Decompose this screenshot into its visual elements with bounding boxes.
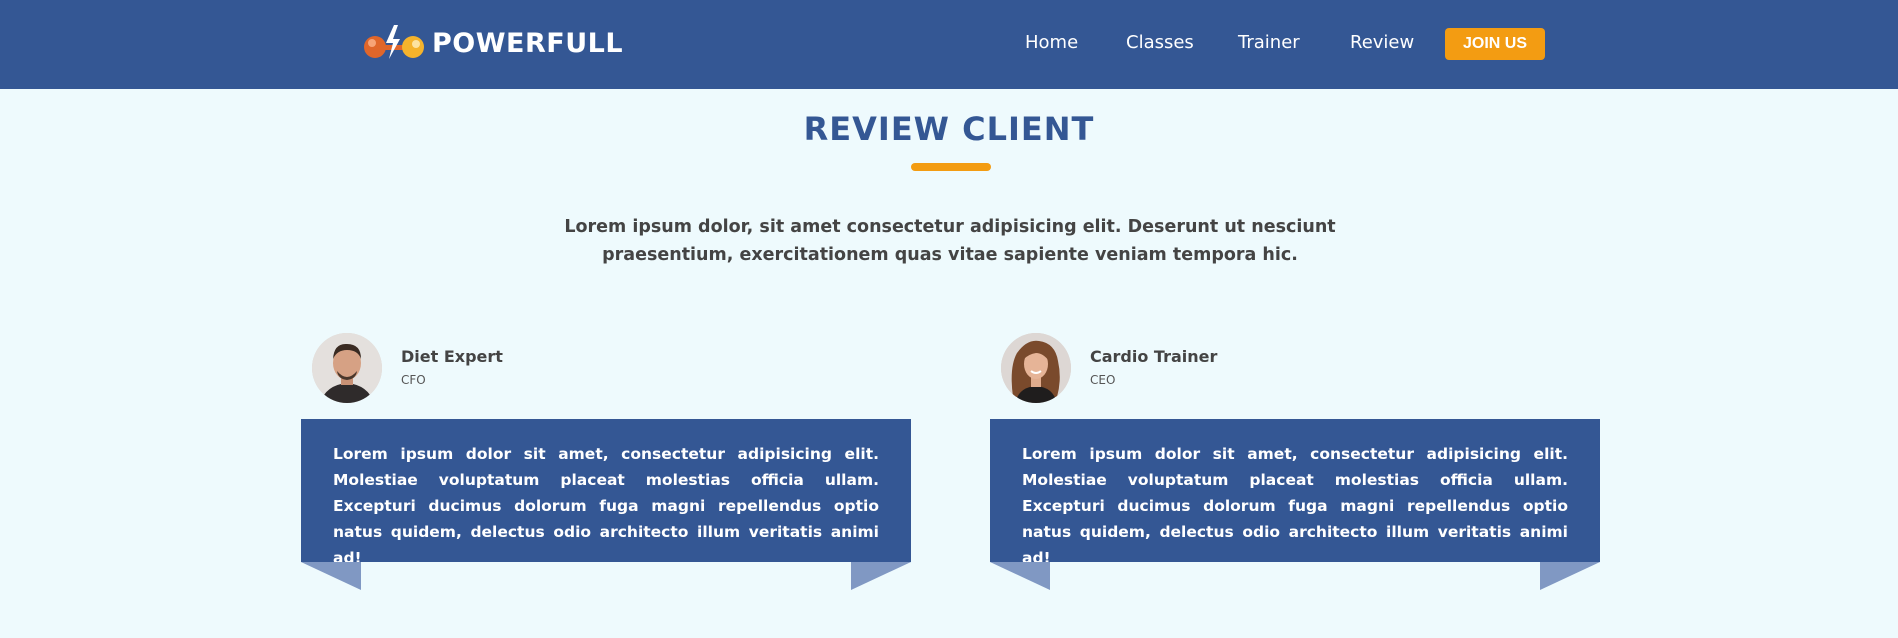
review-text: Lorem ipsum dolor sit amet, consectetur …: [333, 445, 879, 567]
ribbon-right-decoration: [1540, 562, 1600, 590]
dumbbell-logo-icon: [364, 25, 424, 59]
section-title: REVIEW CLIENT: [803, 110, 1095, 148]
nav-trainer-link[interactable]: Trainer: [1238, 32, 1300, 53]
title-underline-divider: [911, 163, 991, 171]
reviewer-role: CFO: [401, 373, 426, 387]
nav-classes-link[interactable]: Classes: [1126, 32, 1194, 53]
section-intro: Lorem ipsum dolor, sit amet consectetur …: [564, 217, 1336, 265]
reviewer-role: CEO: [1090, 373, 1116, 387]
navbar: POWERFULL Home Classes Trainer Review JO…: [0, 0, 1898, 89]
join-us-button[interactable]: JOIN US: [1445, 28, 1545, 60]
review-quote-box: Lorem ipsum dolor sit amet, consectetur …: [301, 419, 911, 567]
nav-home-link[interactable]: Home: [1025, 32, 1078, 53]
man-portrait-icon: [312, 333, 382, 403]
nav-review-link[interactable]: Review: [1350, 32, 1414, 53]
ribbon-left-decoration: [301, 562, 361, 590]
avatar: [1001, 333, 1071, 403]
avatar: [312, 333, 382, 403]
reviewer-info: Cardio Trainer CEO: [990, 333, 1390, 405]
ribbon-right-decoration: [851, 562, 911, 590]
review-text: Lorem ipsum dolor sit amet, consectetur …: [1022, 445, 1568, 567]
reviewer-name: Cardio Trainer: [1090, 347, 1218, 366]
brand-name: POWERFULL: [432, 27, 624, 59]
woman-portrait-icon: [1001, 333, 1071, 403]
ribbon-left-decoration: [990, 562, 1050, 590]
brand-logo[interactable]: POWERFULL: [360, 18, 623, 68]
reviewer-info: Diet Expert CFO: [301, 333, 701, 405]
reviewer-name: Diet Expert: [401, 347, 503, 366]
review-quote-box: Lorem ipsum dolor sit amet, consectetur …: [990, 419, 1600, 567]
